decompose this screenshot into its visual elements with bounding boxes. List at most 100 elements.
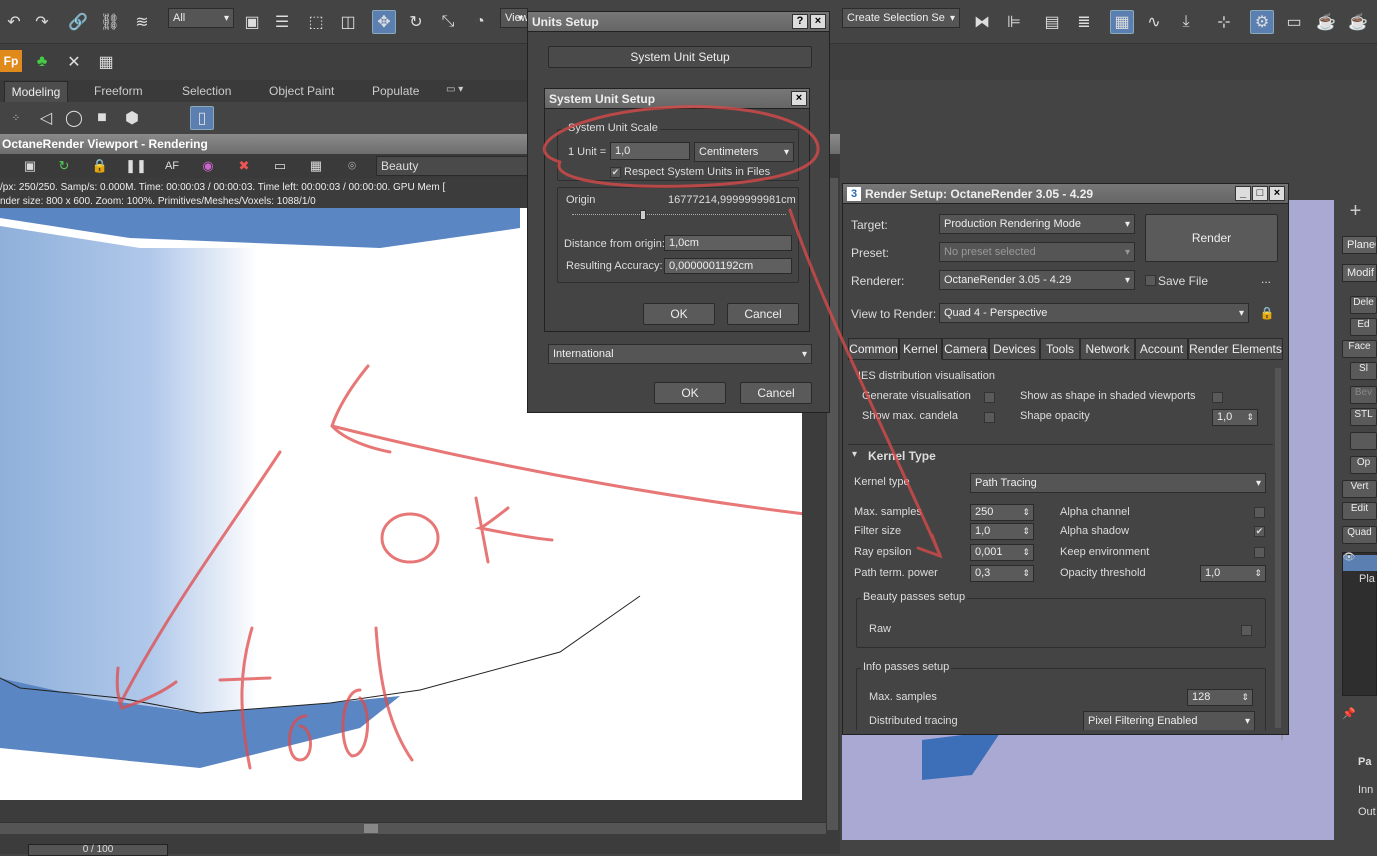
forest-pack-icon[interactable]: Fp <box>0 50 22 72</box>
timeline-bar[interactable]: 0 / 100 <box>28 844 168 856</box>
autofocus-icon[interactable]: AF <box>160 154 184 178</box>
layer-explorer-icon[interactable]: ≣ <box>1072 10 1096 34</box>
units-close-button[interactable]: × <box>810 14 826 29</box>
save-file-browse[interactable]: ... <box>1261 272 1271 286</box>
film-icon[interactable]: ▦ <box>304 154 328 178</box>
distributed-tracing-dropdown[interactable]: Pixel Filtering Enabled <box>1083 711 1255 730</box>
tab-render-elements[interactable]: Render Elements <box>1188 338 1283 360</box>
clay-icon[interactable]: ✖ <box>232 154 256 178</box>
path-term-power-spinner[interactable]: 0,3 <box>970 565 1034 582</box>
ribbon-options-icon[interactable]: ▭ ▾ <box>446 84 463 95</box>
show-max-candela-checkbox[interactable] <box>984 412 995 423</box>
max-samples-spinner[interactable]: 250 <box>970 504 1034 521</box>
preset-dropdown[interactable]: No preset selected <box>939 242 1135 262</box>
shape-opacity-spinner[interactable]: 1,0 <box>1212 409 1258 426</box>
render-iterative-icon[interactable]: ☕ <box>1346 10 1370 34</box>
target-dropdown[interactable]: Production Rendering Mode <box>939 214 1135 234</box>
minimize-button[interactable]: _ <box>1235 186 1251 201</box>
raw-checkbox[interactable] <box>1241 625 1252 636</box>
accuracy-field[interactable]: 0,0000001192cm <box>664 258 792 274</box>
cp-btn-9[interactable]: Vert <box>1342 480 1377 498</box>
ribbon-tab-selection[interactable]: Selection <box>182 81 231 101</box>
reference-coordinate-dropdown[interactable]: View <box>500 8 528 28</box>
polygon-icon[interactable]: ■ <box>90 106 114 130</box>
named-selection-dropdown[interactable]: Create Selection Se <box>842 8 960 28</box>
curve-editor-icon[interactable]: ∿ <box>1142 10 1166 34</box>
place-icon[interactable]: ◔ <box>468 10 492 34</box>
show-as-shape-checkbox[interactable] <box>1212 392 1223 403</box>
tab-tools[interactable]: Tools <box>1040 338 1080 360</box>
cp-btn-6[interactable]: STL <box>1350 408 1377 426</box>
move-icon[interactable]: ✥ <box>372 10 396 34</box>
system-unit-close-button[interactable]: × <box>791 91 807 106</box>
material-editor-icon[interactable]: ⊹ <box>1212 10 1236 34</box>
system-unit-cancel-button[interactable]: Cancel <box>727 303 799 325</box>
cp-btn-3[interactable]: Face <box>1342 340 1377 358</box>
kernel-type-rollout-header[interactable]: ▾ Kernel Type <box>848 444 1273 466</box>
undo-icon[interactable]: ↶ <box>2 10 26 34</box>
respect-units-checkbox[interactable]: ✔ <box>610 167 621 178</box>
tab-account[interactable]: Account <box>1135 338 1188 360</box>
pause-icon[interactable]: ❚❚ <box>124 154 148 178</box>
object-name-field[interactable]: Plane0 <box>1342 236 1377 254</box>
view-to-render-dropdown[interactable]: Quad 4 - Perspective <box>939 303 1249 323</box>
modifier-stack[interactable]: Pla <box>1342 552 1377 696</box>
cp-btn-1[interactable]: Dele <box>1350 296 1377 314</box>
bind-spacewarp-icon[interactable]: ≋ <box>130 10 154 34</box>
camera-icon[interactable]: ⌾ <box>340 154 364 178</box>
kernel-type-dropdown[interactable]: Path Tracing <box>970 473 1266 493</box>
viewport-scrollbar-h[interactable] <box>0 822 826 834</box>
stack-item-plane[interactable]: Pla <box>1359 573 1375 585</box>
cp-btn-7[interactable] <box>1350 432 1377 450</box>
keep-environment-checkbox[interactable] <box>1254 547 1265 558</box>
redo-icon[interactable]: ↷ <box>30 10 54 34</box>
lock-icon[interactable]: 🔒 <box>88 154 112 178</box>
scene-explorer-icon[interactable]: ▤ <box>1040 10 1064 34</box>
tab-network[interactable]: Network <box>1080 338 1135 360</box>
scale-icon[interactable]: ⤡ <box>436 10 460 34</box>
schematic-view-icon[interactable]: ⤓ <box>1174 10 1198 34</box>
save-file-checkbox[interactable] <box>1145 275 1156 286</box>
render-button[interactable]: Render <box>1145 214 1278 262</box>
tree-icon[interactable]: ♣ <box>30 50 54 74</box>
tab-devices[interactable]: Devices <box>989 338 1040 360</box>
maximize-button[interactable]: □ <box>1252 186 1268 201</box>
graphite-icon[interactable]: ▯ <box>190 106 214 130</box>
cp-btn-10[interactable]: Edit <box>1342 502 1377 520</box>
rectangular-selection-icon[interactable]: ⬚ <box>304 10 328 34</box>
alpha-shadow-checkbox[interactable]: ✔ <box>1254 526 1265 537</box>
ribbon-tab-object-paint[interactable]: Object Paint <box>269 81 334 101</box>
tab-camera[interactable]: Camera <box>942 338 989 360</box>
render-setup-icon[interactable]: ⚙ <box>1250 10 1274 34</box>
render-production-icon[interactable]: ☕ <box>1314 10 1338 34</box>
element-icon[interactable]: ⬢ <box>120 106 144 130</box>
origin-slider-thumb[interactable] <box>640 210 646 220</box>
border-icon[interactable]: ◯ <box>62 106 86 130</box>
pass-selector[interactable]: Beauty <box>376 156 528 176</box>
generate-visualisation-checkbox[interactable] <box>984 392 995 403</box>
opacity-threshold-spinner[interactable]: 1,0 <box>1200 565 1266 582</box>
ribbon-toggle-icon[interactable]: ▦ <box>1110 10 1134 34</box>
edge-icon[interactable]: ◁ <box>34 106 58 130</box>
tab-kernel[interactable]: Kernel <box>899 338 942 360</box>
unit-value-field[interactable]: 1,0 <box>610 142 690 160</box>
cp-btn-11[interactable]: Quad <box>1342 526 1377 544</box>
rendered-frame-icon[interactable]: ▭ <box>1282 10 1306 34</box>
render-setup-scrollbar[interactable] <box>1275 368 1281 728</box>
units-ok-button[interactable]: OK <box>654 382 726 404</box>
modifier-list[interactable]: Modif <box>1342 264 1377 282</box>
help-button[interactable]: ? <box>792 14 808 29</box>
ribbon-tab-modeling[interactable]: Modeling <box>4 81 68 103</box>
cp-btn-2[interactable]: Ed <box>1350 318 1377 336</box>
cp-btn-4[interactable]: Sl <box>1350 362 1377 380</box>
system-unit-setup-button[interactable]: System Unit Setup <box>548 46 812 68</box>
system-unit-ok-button[interactable]: OK <box>643 303 715 325</box>
unit-type-dropdown[interactable]: Centimeters <box>694 142 794 162</box>
select-object-icon[interactable]: ▣ <box>240 10 264 34</box>
ray-epsilon-spinner[interactable]: 0,001 <box>970 544 1034 561</box>
parameters-rollout[interactable]: Pa <box>1358 756 1371 768</box>
rotate-icon[interactable]: ↻ <box>404 10 428 34</box>
align-icon[interactable]: ⊫ <box>1002 10 1026 34</box>
filter-size-spinner[interactable]: 1,0 <box>970 523 1034 540</box>
distance-field[interactable]: 1,0cm <box>664 235 792 251</box>
